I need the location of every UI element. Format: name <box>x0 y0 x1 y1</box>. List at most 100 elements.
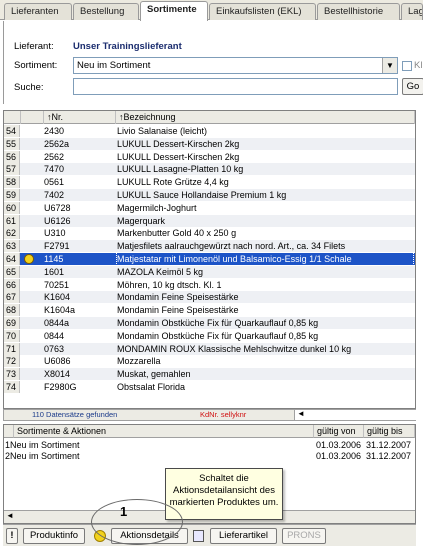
actions-header-name[interactable]: Sortimente & Aktionen <box>14 425 314 438</box>
table-row[interactable]: 65 1601 MAZOLA Keimöl 5 kg <box>4 265 415 278</box>
row-nr: U6086 <box>44 356 71 367</box>
table-row[interactable]: 67 K1604 Mondamin Feine Speisestärke <box>4 291 415 304</box>
row-bezeichnung: Mondamin Obstküche Fix für Quarkauflauf … <box>117 330 319 341</box>
table-row[interactable]: 56 2562 LUKULL Dessert-Kirschen 2kg <box>4 150 415 163</box>
header-nr-label: Nr. <box>51 112 64 122</box>
actions-cell-von: 01.03.2006 <box>316 451 362 461</box>
row-index: 70 <box>4 329 20 342</box>
table-row[interactable]: 71 0763 MONDAMIN ROUX Klassische Mehlschwi… <box>4 342 415 355</box>
table-row[interactable]: 69 0844a Mondamin Obstküche Fix für Quarka… <box>4 317 415 329</box>
actions-row[interactable]: 1 Neu im Sortiment 01.03.2006 31.12.2007 <box>4 440 415 451</box>
row-bezeichnung: Mondamin Obstküche Fix für Quarkauflauf … <box>117 318 319 328</box>
sortiment-selected-value: Neu im Sortiment <box>77 60 151 71</box>
row-nr: 0561 <box>44 177 65 188</box>
row-nr: F2980G <box>44 382 77 392</box>
table-row[interactable]: 73 X8014 Muskat, gemahlen <box>4 368 415 381</box>
product-table: ↑Nr. ↑Bezeichnung 54 2430 Livio Salanaise … <box>3 110 416 409</box>
scroll-left-icon[interactable]: ◄ <box>6 511 14 520</box>
table-row[interactable]: 61 U6126 Magerquark <box>4 214 415 227</box>
tab-label: Bestellung <box>80 6 125 17</box>
row-bezeichnung: Mondamin Feine Speisestärke <box>117 305 239 316</box>
actions-row[interactable]: 2 Neu im Sortiment 01.03.2006 31.12.2007 <box>4 451 415 462</box>
sortiment-select[interactable]: Neu im Sortiment ▼ <box>73 57 398 74</box>
tab-lieferanten[interactable]: Lieferanten <box>4 3 72 20</box>
checkbox-kl-label: Kl <box>414 60 423 71</box>
chevron-down-icon[interactable]: ▼ <box>382 58 397 73</box>
prons-button[interactable]: PRONS <box>282 528 326 544</box>
tooltip-line: markierten Produktes um. <box>169 497 279 508</box>
tooltip-line: Schaltet die <box>199 473 249 484</box>
table-row[interactable]: 62 U310 Markenbutter Gold 40 x 250 g <box>4 227 415 240</box>
row-bezeichnung: Mozzarella <box>117 356 161 367</box>
table-row[interactable]: 58 0561 LUKULL Rote Grütze 4,4 kg <box>4 176 415 189</box>
table-row[interactable]: 72 U6086 Mozzarella <box>4 355 415 368</box>
info-icon-glyph: ! <box>10 530 14 541</box>
table-row[interactable]: 54 2430 Livio Salanaise (leicht) <box>4 125 415 137</box>
actions-header-bis[interactable]: gültig bis <box>364 425 415 438</box>
lieferant-value: Unser Trainingslieferant <box>73 41 182 52</box>
actions-cell-bis: 31.12.2007 <box>366 440 412 450</box>
table-row[interactable]: 55 2562a LUKULL Dessert-Kirschen 2kg <box>4 137 415 150</box>
row-nr: X8014 <box>44 369 71 380</box>
row-nr: 7470 <box>44 164 65 175</box>
search-button[interactable]: Go <box>402 78 423 95</box>
checkbox-kl[interactable] <box>402 61 412 71</box>
row-nr: U6728 <box>44 202 71 213</box>
row-nr: 1145 <box>44 254 64 264</box>
header-bez-label: Bezeichnung <box>123 112 176 122</box>
info-icon[interactable]: ! <box>6 528 18 544</box>
header-flag <box>21 111 44 124</box>
table-row[interactable]: 64 1145 Matjestatar mit Limonenöl und Bals… <box>4 252 415 266</box>
row-nr: 2562 <box>44 151 65 162</box>
actions-cell-von: 01.03.2006 <box>316 440 362 450</box>
tab-bestellung[interactable]: Bestellung <box>73 3 139 20</box>
callout-number: 1 <box>120 504 128 519</box>
actions-cell-name: Neu im Sortiment <box>10 451 80 461</box>
table-row[interactable]: 60 U6728 Magermilch-Joghurt <box>4 201 415 214</box>
search-input[interactable] <box>73 78 398 95</box>
row-nr: U310 <box>44 228 66 239</box>
row-index: 74 <box>4 381 20 393</box>
row-index: 59 <box>4 189 20 201</box>
table-row[interactable]: 70 0844 Mondamin Obstküche Fix für Quarkau… <box>4 329 415 342</box>
row-bezeichnung: MONDAMIN ROUX Klassische Mehlschwitze du… <box>117 343 352 354</box>
row-nr: U6126 <box>44 215 71 226</box>
row-bezeichnung: Livio Salanaise (leicht) <box>117 126 208 136</box>
actions-header-von-label: gültig von <box>317 426 356 436</box>
tab-bestellhistorie[interactable]: Bestellhistorie <box>317 3 400 20</box>
row-index: 66 <box>4 278 20 291</box>
lieferartikel-button[interactable]: Lieferartikel <box>210 528 277 544</box>
tooltip: Schaltet die Aktionsdetailansicht des ma… <box>165 468 283 520</box>
tab-lager[interactable]: Lag <box>401 3 423 20</box>
table-row[interactable]: 59 7402 LUKULL Sauce Hollandaise Premium 1… <box>4 189 415 201</box>
table-row[interactable]: 74 F2980G Obstsalat Florida <box>4 381 415 393</box>
bottom-toolbar: ! Produktinfo Aktionsdetails Lieferartik… <box>3 524 416 546</box>
actions-cell-name: Neu im Sortiment <box>10 440 80 450</box>
header-index <box>4 111 21 124</box>
tab-label: Lag <box>408 6 423 17</box>
tab-sortimente[interactable]: Sortimente <box>140 1 208 21</box>
produktinfo-button[interactable]: Produktinfo <box>23 528 85 544</box>
row-nr: 2430 <box>44 126 65 136</box>
table-row[interactable]: 63 F2791 Matjesfilets aalrauchgewürzt nach… <box>4 240 415 253</box>
horizontal-scrollbar[interactable]: ◄ <box>294 409 416 420</box>
scroll-left-icon[interactable]: ◄ <box>297 409 305 419</box>
actions-header-bis-label: gültig bis <box>367 426 403 436</box>
header-nr[interactable]: ↑Nr. <box>44 111 116 124</box>
row-nr: 0763 <box>44 343 65 354</box>
header-bezeichnung[interactable]: ↑Bezeichnung <box>116 111 415 124</box>
table-row[interactable]: 57 7470 LUKULL Lasagne-Platten 10 kg <box>4 163 415 176</box>
row-nr: K1604 <box>44 292 71 303</box>
smiley-icon <box>21 253 35 265</box>
actions-header-von[interactable]: gültig von <box>314 425 364 438</box>
row-bezeichnung: Magerquark <box>117 215 166 226</box>
row-nr: 0844a <box>44 318 70 328</box>
row-bezeichnung: Muskat, gemahlen <box>117 369 191 380</box>
filter-panel: Lieferant: Unser Trainingslieferant Sort… <box>3 21 423 104</box>
row-index: 68 <box>4 304 20 317</box>
row-index: 54 <box>4 125 20 137</box>
table-row[interactable]: 66 70251 Möhren, 10 kg dtsch. Kl. 1 <box>4 278 415 291</box>
tab-einkaufslisten[interactable]: Einkaufslisten (EKL) <box>209 3 316 20</box>
actions-header-index <box>4 425 14 438</box>
table-row[interactable]: 68 K1604a Mondamin Feine Speisestärke <box>4 304 415 317</box>
